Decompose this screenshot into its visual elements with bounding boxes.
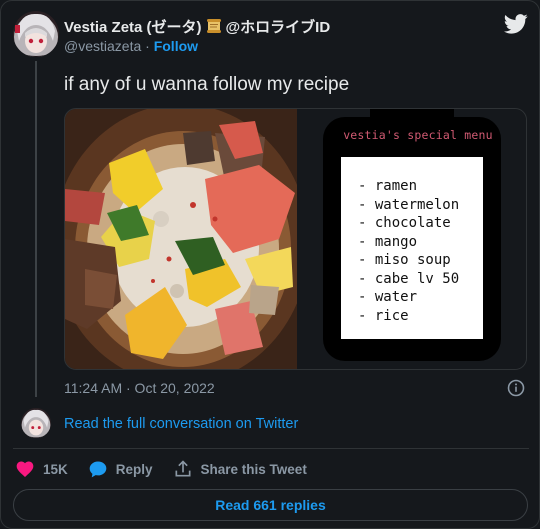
menu-item: - ramen xyxy=(358,178,418,194)
thread-line xyxy=(35,61,37,397)
twitter-bird-icon[interactable] xyxy=(504,13,528,35)
share-label: Share this Tweet xyxy=(200,461,307,477)
share-action[interactable]: Share this Tweet xyxy=(173,459,307,479)
tweet-media[interactable]: vestia's special menu - ramen - watermel… xyxy=(64,108,527,370)
conversation-avatar[interactable] xyxy=(21,408,51,438)
menu-list: - ramen - watermelon - chocolate - mango… xyxy=(358,177,486,325)
handle-separator: · xyxy=(145,38,150,54)
reply-action[interactable]: Reply xyxy=(88,459,153,479)
menu-item: - watermelon xyxy=(358,196,460,213)
heart-icon xyxy=(16,461,34,477)
author-avatar[interactable] xyxy=(13,11,59,57)
menu-item: - chocolate xyxy=(358,215,451,231)
reply-label: Reply xyxy=(115,461,153,477)
author-handle-row: @vestiazeta · Follow xyxy=(64,38,198,54)
menu-item: - miso soup xyxy=(358,252,451,268)
embedded-tweet-card: Vestia Zeta (ゼータ) @ホロライブID @vestiazeta ·… xyxy=(0,0,540,529)
share-icon xyxy=(175,460,191,477)
info-icon[interactable] xyxy=(507,379,525,397)
author-handle[interactable]: @vestiazeta xyxy=(64,38,141,54)
divider xyxy=(13,448,529,449)
like-count: 15K xyxy=(43,461,68,477)
read-replies-button[interactable]: Read 661 replies xyxy=(13,489,528,521)
like-action[interactable]: 15K xyxy=(15,459,68,479)
menu-item: - water xyxy=(358,289,418,305)
menu-item: - mango xyxy=(358,233,418,250)
reply-bubble-icon xyxy=(89,461,107,478)
follow-link[interactable]: Follow xyxy=(154,38,198,54)
author-org-suffix: @ホロライブID xyxy=(225,18,331,36)
menu-item: - rice xyxy=(358,307,409,324)
scroll-emoji-icon xyxy=(206,19,221,33)
menu-title: vestia's special menu xyxy=(343,128,493,142)
read-conversation-link[interactable]: Read the full conversation on Twitter xyxy=(64,416,298,432)
tweet-timestamp[interactable]: 11:24 AM · Oct 20, 2022 xyxy=(64,380,215,396)
author-name-row[interactable]: Vestia Zeta (ゼータ) @ホロライブID xyxy=(64,16,330,36)
author-display-name[interactable]: Vestia Zeta (ゼータ) xyxy=(64,16,202,37)
menu-item: - cabe lv 50 xyxy=(358,270,460,287)
tweet-actions: 15K Reply Share this Tweet xyxy=(15,459,327,479)
tweet-text: if any of u wanna follow my recipe xyxy=(64,74,350,95)
